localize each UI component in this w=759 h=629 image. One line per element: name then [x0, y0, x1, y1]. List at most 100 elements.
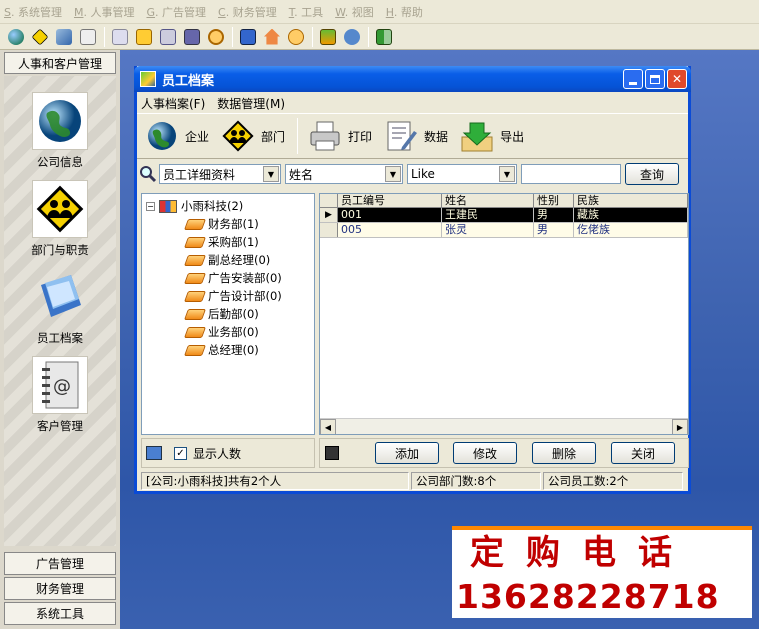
tool-enterprise-button[interactable]: 企业: [145, 119, 209, 153]
chevron-down-icon[interactable]: ▼: [263, 166, 279, 182]
status-company-count: [公司:小雨科技]共有2个人: [141, 472, 409, 490]
window-titlebar[interactable]: 员工档案 ✕: [134, 66, 691, 92]
chevron-down-icon[interactable]: ▼: [385, 166, 401, 182]
shield-icon[interactable]: [158, 27, 178, 47]
menu-system[interactable]: S. 系统管理: [4, 4, 62, 20]
nav-item-customer[interactable]: @ 客户管理: [4, 356, 116, 434]
field-select[interactable]: 姓名 ▼: [285, 164, 403, 184]
menu-hr[interactable]: M. 人事管理: [74, 4, 135, 20]
cell-ethnicity[interactable]: 藏族: [574, 208, 688, 222]
tool-print-button[interactable]: 打印: [308, 119, 372, 153]
status-department-count: 公司部门数:8个: [411, 472, 541, 490]
cell-id[interactable]: 005: [338, 223, 442, 237]
chevron-down-icon[interactable]: ▼: [499, 166, 515, 182]
column-header-id[interactable]: 员工编号: [338, 194, 442, 207]
menu-data-management[interactable]: 数据管理(M): [217, 95, 285, 112]
search-value-input[interactable]: [521, 164, 621, 184]
documents-icon[interactable]: [54, 27, 74, 47]
tree-node-label: 广告安装部(0): [208, 271, 282, 285]
tool-export-label: 导出: [500, 129, 525, 144]
disk-icon[interactable]: [182, 27, 202, 47]
nav-group-tools-button[interactable]: 系统工具: [4, 602, 116, 625]
search-icon[interactable]: [206, 27, 226, 47]
column-header-ethnicity[interactable]: 民族: [574, 194, 688, 207]
menu-help[interactable]: H. 帮助: [386, 4, 423, 20]
maximize-button[interactable]: [645, 69, 665, 89]
save-disk-icon[interactable]: [325, 446, 339, 460]
tree-node-root[interactable]: − 小雨科技(2): [144, 197, 312, 215]
minimize-button[interactable]: [623, 69, 643, 89]
cell-ethnicity[interactable]: 仡佬族: [574, 223, 688, 237]
tool-department-button[interactable]: 部门: [221, 119, 285, 153]
menu-view[interactable]: W. 视图: [335, 4, 374, 20]
cell-gender[interactable]: 男: [534, 223, 574, 237]
table-row[interactable]: 005 张灵 男 仡佬族: [320, 223, 688, 238]
user-icon[interactable]: [342, 27, 362, 47]
nav-group-ads-button[interactable]: 广告管理: [4, 552, 116, 575]
delete-button[interactable]: 删除: [532, 442, 596, 464]
table-row[interactable]: ▶ 001 王建民 男 藏族: [320, 208, 688, 223]
cell-gender[interactable]: 男: [534, 208, 574, 222]
nav-item-department[interactable]: 部门与职责: [4, 180, 116, 258]
tree-node[interactable]: 广告安装部(0): [144, 269, 312, 287]
menu-ads[interactable]: G. 广告管理: [146, 4, 206, 20]
scope-select[interactable]: 员工详细资料 ▼: [159, 164, 281, 184]
tree-node-label: 业务部(0): [208, 325, 259, 339]
menu-finance[interactable]: C. 财务管理: [218, 4, 277, 20]
scroll-left-icon[interactable]: ◀: [320, 419, 336, 434]
globe-icon[interactable]: [6, 27, 26, 47]
close-icon: ✕: [671, 72, 683, 86]
home-icon[interactable]: [262, 27, 282, 47]
nav-group-hr-header[interactable]: 人事和客户管理: [4, 52, 116, 74]
tree-node[interactable]: 副总经理(0): [144, 251, 312, 269]
export-icon: [460, 119, 494, 153]
order-phone-title: 定购电话: [470, 533, 694, 573]
tool-export-button[interactable]: 导出: [460, 119, 524, 153]
tree-node[interactable]: 后勤部(0): [144, 305, 312, 323]
edit-button[interactable]: 修改: [453, 442, 517, 464]
folder-icon: [183, 218, 207, 230]
tree-node-label: 总经理(0): [208, 343, 259, 357]
cell-name[interactable]: 王建民: [442, 208, 534, 222]
show-count-checkbox[interactable]: ✓: [174, 446, 187, 460]
address-book-icon: @: [32, 356, 88, 414]
query-button[interactable]: 查询: [625, 163, 679, 185]
nav-item-customer-label: 客户管理: [37, 419, 83, 433]
cell-id[interactable]: 001: [338, 208, 442, 222]
collapse-icon[interactable]: −: [146, 201, 155, 211]
tree-node[interactable]: 广告设计部(0): [144, 287, 312, 305]
note-icon[interactable]: [110, 27, 130, 47]
scroll-right-icon[interactable]: ▶: [672, 419, 688, 434]
exit-icon[interactable]: [374, 27, 394, 47]
calculator-icon[interactable]: [318, 27, 338, 47]
tree-node[interactable]: 业务部(0): [144, 323, 312, 341]
menu-tools[interactable]: T. 工具: [289, 4, 323, 20]
address-book-icon[interactable]: [78, 27, 98, 47]
window-menubar: 人事档案(F) 数据管理(M): [141, 93, 297, 113]
contacts-icon[interactable]: [286, 27, 306, 47]
documents-icon: [32, 268, 88, 326]
add-button[interactable]: 添加: [375, 442, 439, 464]
employee-grid: 员工编号 姓名 性别 民族 ▶ 001 王建民 男 藏族 005 张灵 男 仡佬…: [319, 193, 689, 435]
nav-group-finance-button[interactable]: 财务管理: [4, 577, 116, 600]
column-header-name[interactable]: 姓名: [442, 194, 534, 207]
tree-node[interactable]: 总经理(0): [144, 341, 312, 359]
nav-item-company[interactable]: 公司信息: [4, 92, 116, 170]
cell-name[interactable]: 张灵: [442, 223, 534, 237]
people-sign-icon: [32, 180, 88, 238]
column-header-gender[interactable]: 性别: [534, 194, 574, 207]
close-window-button[interactable]: ✕: [667, 69, 687, 89]
nav-item-employee[interactable]: 员工档案: [4, 268, 116, 346]
close-button[interactable]: 关闭: [611, 442, 675, 464]
tree-node[interactable]: 财务部(1): [144, 215, 312, 233]
operator-select[interactable]: Like ▼: [407, 164, 517, 184]
horizontal-scrollbar[interactable]: ◀ ▶: [320, 418, 688, 434]
nav-item-employee-label: 员工档案: [37, 331, 83, 345]
menu-personnel-file[interactable]: 人事档案(F): [141, 95, 205, 112]
book-icon[interactable]: [238, 27, 258, 47]
tool-data-button[interactable]: 数据: [384, 119, 448, 153]
people-sign-icon[interactable]: [30, 27, 50, 47]
certificate-icon[interactable]: [134, 27, 154, 47]
tree-node[interactable]: 采购部(1): [144, 233, 312, 251]
nav-item-department-label: 部门与职责: [31, 243, 89, 257]
